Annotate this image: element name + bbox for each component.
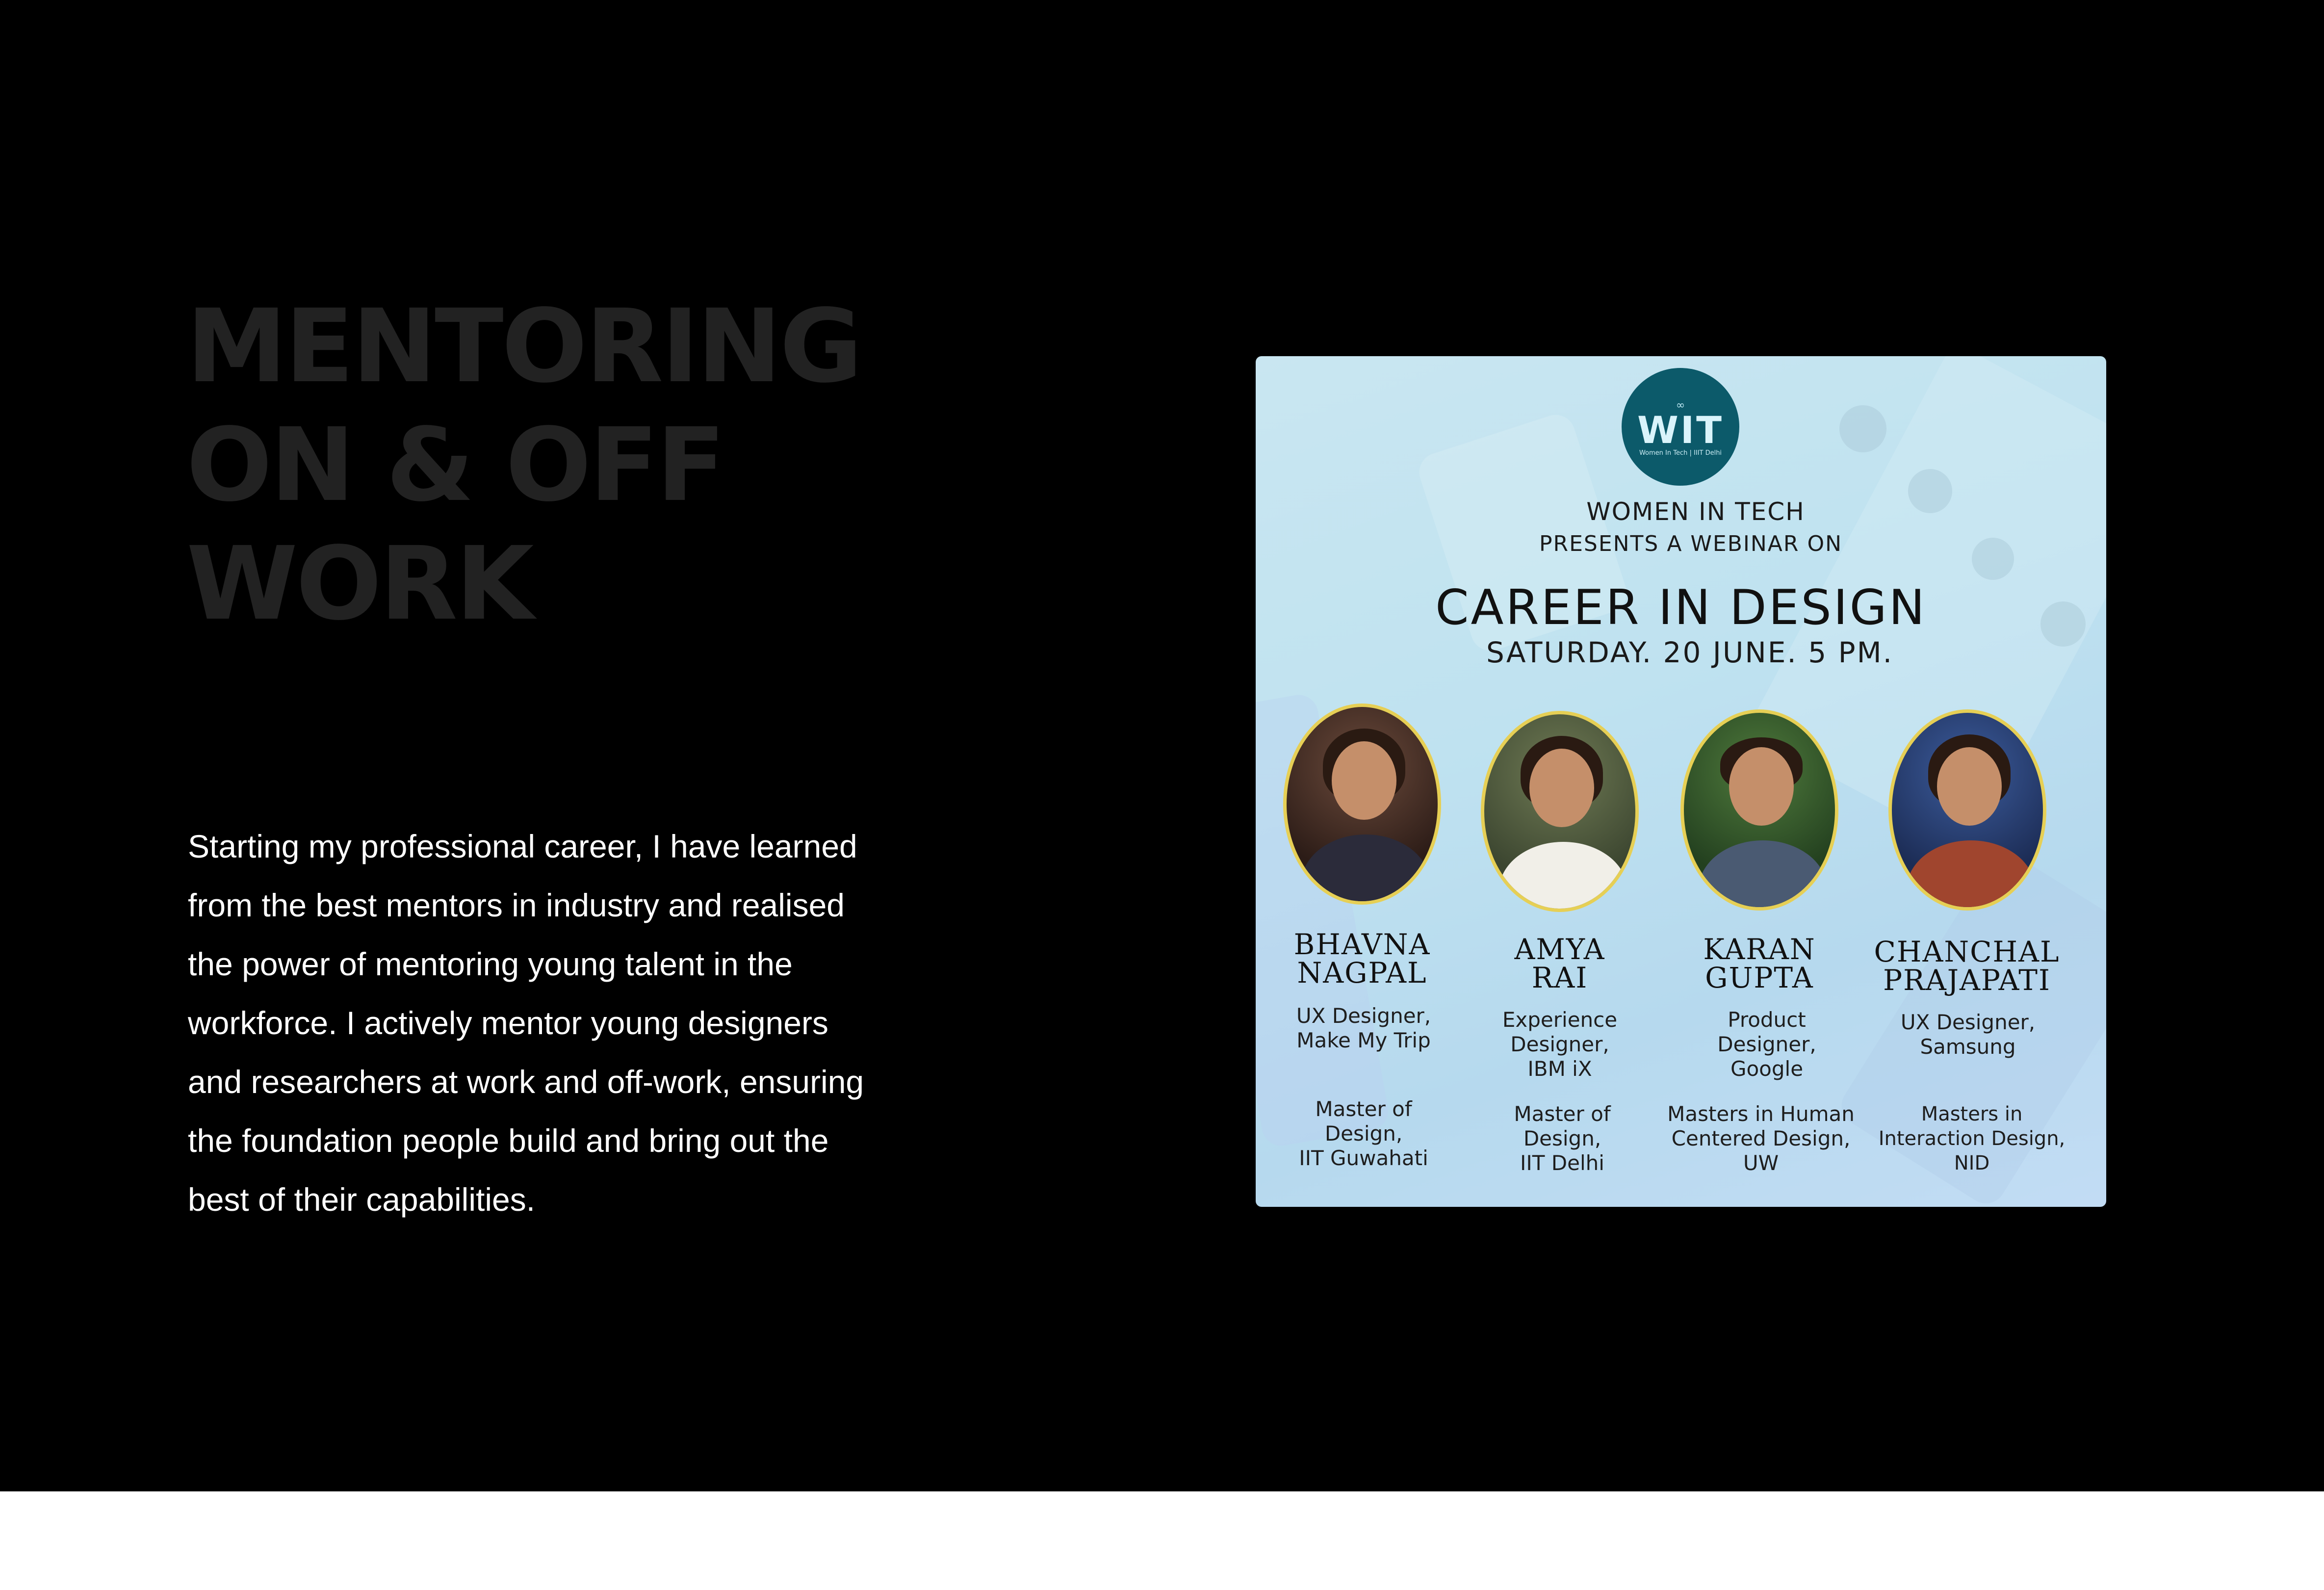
speaker-name: AMYA RAI [1514, 933, 1605, 994]
poster-event-date: SATURDAY. 20 JUNE. 5 PM. [1486, 636, 1894, 669]
wit-logo: ∞ WIT Women In Tech | IIIT Delhi [1622, 368, 1739, 486]
poster-presents: PRESENTS A WEBINAR ON [1539, 531, 1843, 556]
speaker-photo [1680, 709, 1838, 911]
heading-line-2: ON & OFF [186, 406, 725, 524]
heading-line-3: WORK [186, 525, 534, 643]
speaker-role: UX Designer, Samsung [1900, 1010, 2036, 1059]
section-description: Starting my professional career, I have … [188, 828, 864, 1218]
speaker-role: UX Designer, Make My Trip [1296, 1004, 1431, 1052]
speaker-education: Master of Design, IIT Delhi [1514, 1102, 1611, 1175]
speaker-education: Masters in Human Centered Design, UW [1667, 1102, 1855, 1175]
speaker-role: Experience Designer, IBM iX [1502, 1008, 1618, 1081]
heading-line-1: MENTORING [186, 287, 863, 405]
poster-event-title: CAREER IN DESIGN [1435, 580, 1927, 636]
speaker-name: KARAN GUPTA [1703, 933, 1816, 994]
speaker-name: CHANCHAL PRAJAPATI [1874, 935, 2060, 997]
speaker-photo [1481, 711, 1639, 912]
speaker-role: Product Designer, Google [1717, 1008, 1816, 1081]
speaker-education: Master of Design, IIT Guwahati [1299, 1097, 1428, 1170]
speaker-photo [1888, 709, 2046, 911]
speaker-photo [1283, 704, 1441, 905]
logo-mark: WIT [1637, 408, 1724, 452]
section-heading: MENTORING ON & OFF WORK [186, 287, 863, 643]
poster-decoration-dot [1839, 405, 1886, 452]
speaker-name: BHAVNA NAGPAL [1293, 928, 1431, 990]
speaker-education: Masters in Interaction Design, NID [1878, 1103, 2066, 1174]
logo-subtitle: Women In Tech | IIIT Delhi [1639, 449, 1722, 457]
poster-org: WOMEN IN TECH [1586, 497, 1805, 526]
mentoring-section: MENTORING ON & OFF WORK Starting my prof… [0, 0, 2324, 1491]
webinar-poster-image: ∞ WIT Women In Tech | IIIT Delhi WOMEN I… [1256, 356, 2106, 1207]
